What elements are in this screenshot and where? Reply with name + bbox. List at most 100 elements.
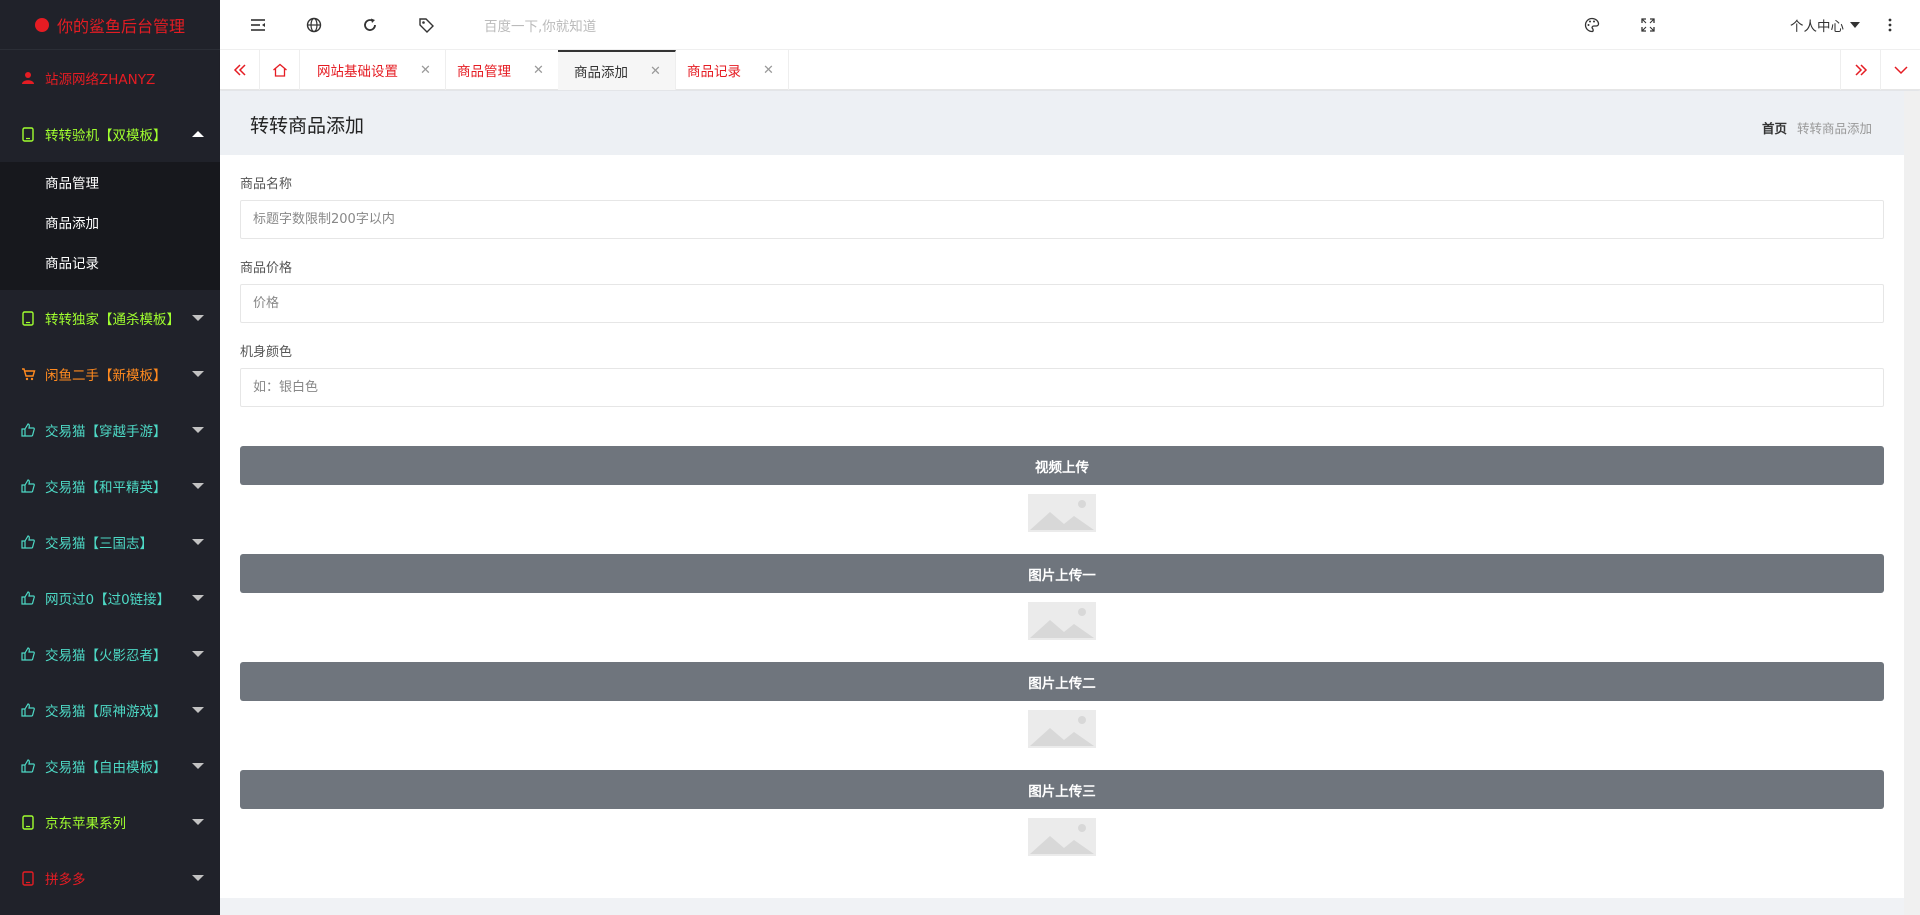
image-upload-2-block: 图片上传二 [240,662,1884,748]
image-upload-3-button[interactable]: 图片上传三 [240,770,1884,809]
sidebar-item-label: 拼多多 [45,872,86,888]
tab-product-add[interactable]: 商品添加 ✕ [558,50,676,90]
caret-down-icon [1850,22,1860,28]
image-placeholder-icon [1028,494,1096,532]
caret-down-icon [192,707,204,713]
scrollbar[interactable] [1904,91,1920,915]
sidebar-item-label: 交易猫【自由模板】 [45,760,167,776]
sidebar-item-wangye-guo0[interactable]: 网页过0【过0链接】 [0,570,220,626]
refresh-icon[interactable] [360,15,380,35]
submenu-item-product-manage[interactable]: 商品管理 [0,164,220,204]
video-upload-button[interactable]: 视频上传 [240,446,1884,485]
breadcrumb-current: 转转商品添加 [1796,121,1872,136]
caret-down-icon [192,427,204,433]
user-center-menu[interactable]: 个人中心 [1790,15,1860,35]
sidebar-item-jiaoyimao-chuanyue[interactable]: 交易猫【穿越手游】 [0,402,220,458]
tag-icon[interactable] [416,15,436,35]
tab-scroll-right-icon[interactable] [1840,50,1880,90]
image-upload-2-button[interactable]: 图片上传二 [240,662,1884,701]
thumbs-up-icon [20,758,36,774]
caret-down-icon [192,875,204,881]
sidebar-item-label: 站源网络ZHANYZ [45,72,156,88]
page-title: 转转商品添加 [250,115,365,137]
body-color-input[interactable] [240,368,1884,407]
top-header: 百度一下,你就知道 个人中心 [220,0,1920,50]
tab-bar: 网站基础设置 ✕ 商品管理 ✕ 商品添加 ✕ 商品记录 ✕ [220,50,1920,90]
tab-product-record[interactable]: 商品记录 ✕ [671,50,789,90]
caret-down-icon [192,595,204,601]
main-content: 转转商品添加 首页 转转商品添加 商品名称 商品价格 机身颜色 视频上传 图片上… [220,91,1904,898]
sidebar-item-zhuanzhuan-dujia[interactable]: 转转独家【通杀模板】 [0,290,220,346]
video-upload-block: 视频上传 [240,446,1884,532]
sidebar-item-jiaoyimao-heping[interactable]: 交易猫【和平精英】 [0,458,220,514]
thumbs-up-icon [20,478,36,494]
caret-down-icon [192,315,204,321]
close-icon[interactable]: ✕ [763,63,774,78]
tab-site-settings[interactable]: 网站基础设置 ✕ [301,50,446,90]
search-input[interactable]: 百度一下,你就知道 [484,15,596,35]
submenu-item-product-record[interactable]: 商品记录 [0,244,220,284]
sidebar-item-xianyu[interactable]: 闲鱼二手【新模板】 [0,346,220,402]
caret-down-icon [192,483,204,489]
fullscreen-icon[interactable] [1638,15,1658,35]
image-upload-1-button[interactable]: 图片上传一 [240,554,1884,593]
product-name-label: 商品名称 [240,177,293,192]
caret-down-icon [192,539,204,545]
home-tab-icon[interactable] [260,50,300,90]
tab-product-manage[interactable]: 商品管理 ✕ [441,50,559,90]
sidebar-item-jiaoyimao-sanguo[interactable]: 交易猫【三国志】 [0,514,220,570]
globe-icon[interactable] [304,15,324,35]
sidebar: 你的鲨鱼后台管理 站源网络ZHANYZ 转转验机【双模板】 商品管理 商品添加 … [0,0,220,915]
phone-icon [20,126,36,142]
user-icon [20,70,36,86]
phone-icon [20,814,36,830]
thumbs-up-icon [20,646,36,662]
tab-label: 商品记录 [687,64,741,80]
thumbs-up-icon [20,534,36,550]
caret-down-icon [192,819,204,825]
sidebar-item-label: 转转验机【双模板】 [45,128,167,144]
logo[interactable]: 你的鲨鱼后台管理 [0,0,220,50]
sidebar-item-label: 交易猫【原神游戏】 [45,704,167,720]
user-center-label: 个人中心 [1790,19,1844,35]
body-color-label: 机身颜色 [240,345,293,360]
tab-label: 网站基础设置 [317,64,398,80]
sidebar-item-label: 京东苹果系列 [45,816,126,832]
caret-down-icon [192,763,204,769]
caret-down-icon [192,371,204,377]
phone-icon [20,870,36,886]
close-icon[interactable]: ✕ [533,63,544,78]
theme-icon[interactable] [1582,15,1602,35]
image-placeholder-icon [1028,602,1096,640]
breadcrumb-home[interactable]: 首页 [1762,121,1787,136]
phone-icon [20,310,36,326]
tab-dropdown-icon[interactable] [1880,50,1920,90]
submenu-item-product-add[interactable]: 商品添加 [0,204,220,244]
product-name-input[interactable] [240,200,1884,239]
image-upload-3-block: 图片上传三 [240,770,1884,856]
sidebar-item-label: 交易猫【三国志】 [45,536,153,552]
sidebar-item-zhuanzhuan-yanji[interactable]: 转转验机【双模板】 [0,106,220,162]
sidebar-item-pinduoduo[interactable]: 拼多多 [0,850,220,906]
product-price-input[interactable] [240,284,1884,323]
close-icon[interactable]: ✕ [420,63,431,78]
image-placeholder-icon [1028,818,1096,856]
menu-toggle-icon[interactable] [248,15,268,35]
page-header: 转转商品添加 首页 转转商品添加 [220,91,1904,155]
sidebar-item-jiaoyimao-yuanshen[interactable]: 交易猫【原神游戏】 [0,682,220,738]
sidebar-item-label: 交易猫【穿越手游】 [45,424,167,440]
sidebar-item-label: 交易猫【和平精英】 [45,480,167,496]
sidebar-item-jiaoyimao-ziyou[interactable]: 交易猫【自由模板】 [0,738,220,794]
logo-dot-icon [34,17,49,32]
tab-label: 商品管理 [457,64,511,80]
sidebar-item-zhanyz[interactable]: 站源网络ZHANYZ [0,50,220,106]
app-title: 你的鲨鱼后台管理 [56,16,185,36]
close-icon[interactable]: ✕ [650,64,661,79]
image-upload-1-block: 图片上传一 [240,554,1884,640]
more-icon[interactable] [1880,15,1900,35]
thumbs-up-icon [20,702,36,718]
sidebar-item-jingdong-apple[interactable]: 京东苹果系列 [0,794,220,850]
tab-scroll-left-icon[interactable] [220,50,260,90]
sidebar-item-jiaoyimao-huoying[interactable]: 交易猫【火影忍者】 [0,626,220,682]
submenu: 商品管理 商品添加 商品记录 [0,162,220,290]
